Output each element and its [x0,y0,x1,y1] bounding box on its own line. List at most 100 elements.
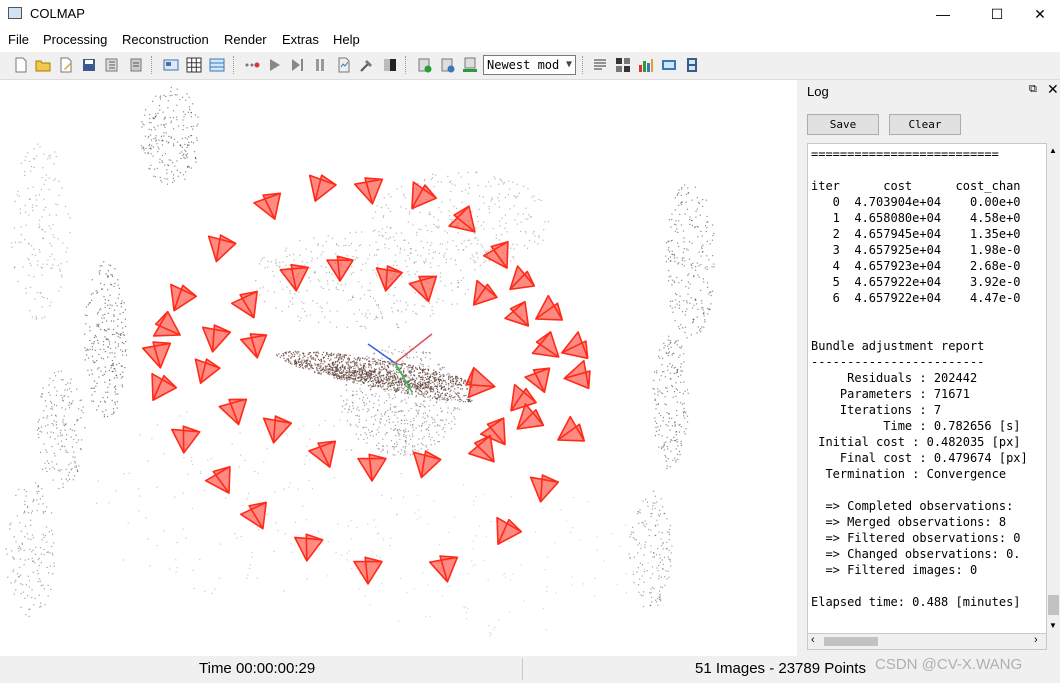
menu-extras[interactable]: Extras [282,32,319,47]
camera-frustum-icon [293,533,324,562]
save-log-button[interactable]: Save [807,114,879,135]
export-model-icon[interactable] [128,57,144,73]
feature-extraction-icon[interactable] [163,57,179,73]
colmap-app-icon [8,7,22,19]
log-line: => Filtered observations: 0 [811,531,1021,545]
reconstruction-options-icon[interactable] [244,57,260,73]
grid-view-icon[interactable] [615,57,631,73]
toolbar-separator [405,56,408,74]
log-line: 0 4.703904e+04 0.00e+0 [811,195,1021,209]
camera-frustum-icon [170,283,198,312]
close-icon[interactable]: ✕ [1047,81,1059,98]
status-time: Time 00:00:00:29 [199,660,316,677]
camera-frustum-icon [308,440,337,468]
camera-frustum-icon [504,300,530,327]
point-cloud-cluster [287,359,473,403]
menu-help[interactable]: Help [333,32,360,47]
menu-processing[interactable]: Processing [43,32,107,47]
add-model-icon[interactable] [417,57,433,73]
step-reconstruction-icon[interactable] [289,57,305,73]
status-divider [522,658,523,680]
point-cloud-cluster [140,86,199,185]
log-line: Iterations : 7 [811,403,942,417]
log-line: Final cost : 0.479674 [px] [811,451,1028,465]
minimize-button[interactable]: — [920,0,966,28]
log-line: Parameters : 71671 [811,387,970,401]
save-project-icon[interactable] [81,57,97,73]
menu-reconstruction[interactable]: Reconstruction [122,32,209,47]
camera-frustum-icon [240,333,268,359]
scroll-right-arrow-icon[interactable]: › [1034,634,1038,646]
menu-file[interactable]: File [8,32,29,47]
camera-frustum-icon [141,341,172,369]
camera-frustum-icon [408,275,438,303]
log-horizontal-scroll-thumb[interactable] [824,637,878,646]
pause-reconstruction-icon[interactable] [312,57,328,73]
camera-frustum-icon [428,555,459,583]
scroll-left-arrow-icon[interactable]: ‹ [811,634,815,646]
camera-frustum-icon [279,263,310,292]
camera-frustum-icon [531,331,560,358]
model-selector[interactable]: Newest mod ▼ [483,55,576,75]
camera-frustum-icon [194,358,221,385]
camera-frustum-icon [561,331,589,360]
menu-render[interactable]: Render [224,32,267,47]
camera-frustum-icon [529,474,560,503]
camera-frustum-icon [412,450,442,479]
camera-frustum-icon [375,265,403,292]
chevron-down-icon: ▼ [565,59,572,70]
log-horizontal-scrollbar[interactable]: ‹ › [807,633,1047,650]
point-cloud-cluster [84,261,128,418]
axis-x-line [394,333,433,364]
reconstruction-stats-icon[interactable] [336,57,352,73]
log-line: 3 4.657925e+04 1.98e-0 [811,243,1021,257]
log-line: iter cost cost_chan [811,179,1021,193]
dense-reconstruction-icon[interactable] [382,57,398,73]
bundle-adjustment-icon[interactable] [359,57,375,73]
open-project-icon[interactable] [35,57,51,73]
watermark: CSDN @CV-X.WANG [875,656,1023,673]
log-line: => Changed observations: 0. [811,547,1021,561]
feature-matching-icon[interactable] [186,57,202,73]
reconstruction-scene[interactable] [0,80,797,656]
maximize-button[interactable]: ☐ [974,0,1020,28]
start-reconstruction-icon[interactable] [266,57,282,73]
render-options-icon[interactable] [592,57,608,73]
camera-frustum-icon [557,415,586,442]
snapshot-icon[interactable] [661,57,677,73]
scroll-up-arrow-icon[interactable]: ▲ [1049,146,1057,155]
camera-frustum-icon [253,192,282,220]
point-cloud-cluster [665,184,715,339]
float-dock-icon[interactable]: ⧉ [1029,83,1037,96]
scroll-down-arrow-icon[interactable]: ▼ [1049,621,1057,630]
new-project-icon[interactable] [13,57,29,73]
close-window-button[interactable]: ✕ [1017,0,1060,28]
edit-project-icon[interactable] [58,57,74,73]
point-cloud-cluster [10,143,71,320]
log-vertical-scrollbar[interactable]: ▲ ▼ [1047,143,1060,637]
reset-view-icon[interactable] [462,57,478,73]
delete-model-icon[interactable] [440,57,456,73]
camera-frustum-icon [357,453,387,482]
point-cloud-cluster [36,370,86,490]
camera-frustum-icon [239,501,267,530]
camera-frustum-icon [218,398,248,426]
movie-grabber-icon[interactable] [684,57,700,73]
log-panel: Log ⧉ ✕ Save Clear =====================… [801,80,1060,656]
camera-frustum-icon [170,425,201,454]
toolbar-separator [151,56,154,74]
title-bar: COLMAP — ☐ ✕ [0,0,1060,28]
log-line: ========================== [811,147,999,161]
model-viewer[interactable] [0,80,797,656]
log-line: Bundle adjustment report [811,339,985,353]
database-management-icon[interactable] [209,57,225,73]
camera-frustum-icon [353,177,384,205]
camera-frustum-icon [563,359,591,390]
log-vertical-scroll-thumb[interactable] [1048,595,1059,615]
window-title: COLMAP [30,6,85,21]
import-model-icon[interactable] [104,57,120,73]
clear-log-button[interactable]: Clear [889,114,961,135]
camera-frustum-icon [472,279,498,306]
log-output[interactable]: ========================== iter cost cost… [807,143,1047,637]
bar-chart-icon[interactable] [638,57,654,73]
